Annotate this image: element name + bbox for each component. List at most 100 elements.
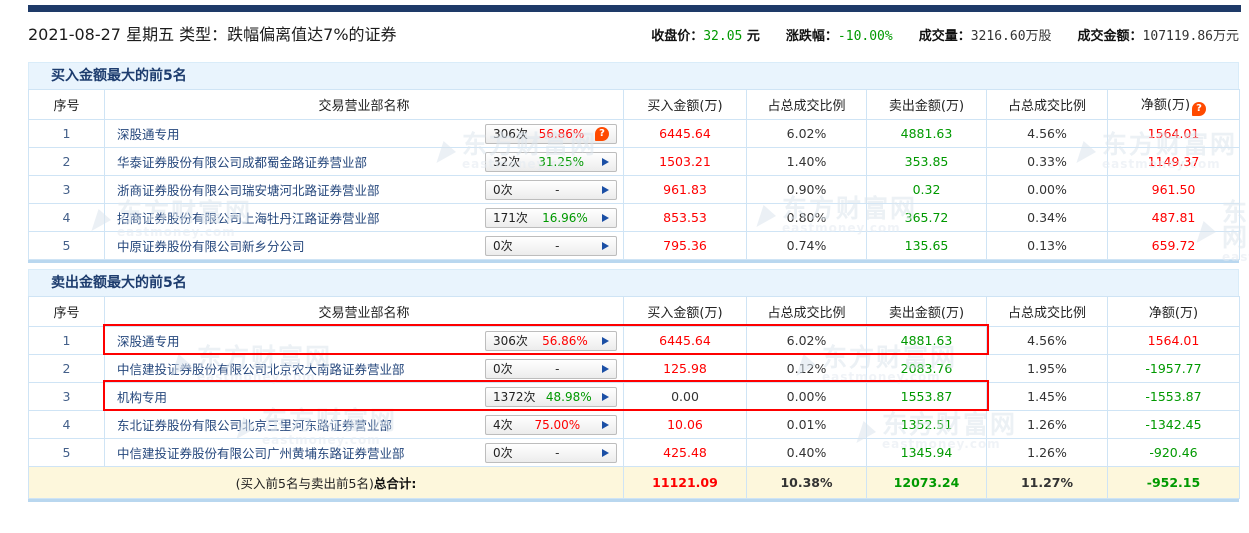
turnover-stat: 成交金额：107119.86万元: [1078, 25, 1239, 44]
buy-ratio: 0.12%: [747, 355, 867, 383]
table-row: 1 深股通专用 306次 56.86% ? 6445.64 6.02% 4881…: [29, 120, 1240, 148]
table-row: 5 中原证券股份有限公司新乡分公司 0次 - ? 795.36 0.74% 13…: [29, 232, 1240, 260]
success-rate: 31.25%: [538, 155, 584, 169]
stock-summary-stats: 收盘价：32.05 元 涨跌幅：-10.00% 成交量：3216.60万股 成交…: [651, 25, 1239, 44]
history-badge[interactable]: 1372次 48.98% ?: [485, 387, 617, 407]
history-badge[interactable]: 306次 56.86% ?: [485, 331, 617, 351]
buy-amount: 425.48: [624, 439, 747, 467]
broker-name-cell: 华泰证券股份有限公司成都蜀金路证券营业部 32次 31.25% ?: [105, 148, 624, 176]
broker-name-cell: 招商证券股份有限公司上海牡丹江路证券营业部 171次 16.96% ?: [105, 204, 624, 232]
sell-top5-section: 卖出金额最大的前5名 序号 交易营业部名称 买入金额(万) 占总成交比例 卖出金…: [28, 269, 1239, 502]
table-row: 4 招商证券股份有限公司上海牡丹江路证券营业部 171次 16.96% ? 85…: [29, 204, 1240, 232]
col-buy-ratio: 占总成交比例: [747, 297, 867, 327]
buy-amount: 0.00: [624, 383, 747, 411]
sell-amount: 1345.94: [867, 439, 987, 467]
buy-ratio: 0.40%: [747, 439, 867, 467]
history-badge[interactable]: 4次 75.00% ?: [485, 415, 617, 435]
col-buy-amount: 买入金额(万): [624, 90, 747, 120]
sell-table: 序号 交易营业部名称 买入金额(万) 占总成交比例 卖出金额(万) 占总成交比例…: [28, 296, 1240, 499]
table-row: 3 机构专用 1372次 48.98% ? 0.00 0.00% 1553.87…: [29, 383, 1240, 411]
net-amount: 1564.01: [1108, 120, 1240, 148]
sell-header-row: 序号 交易营业部名称 买入金额(万) 占总成交比例 卖出金额(万) 占总成交比例…: [29, 297, 1240, 327]
history-badge[interactable]: 171次 16.96% ?: [485, 208, 617, 228]
buy-ratio: 6.02%: [747, 327, 867, 355]
expand-arrow-icon[interactable]: [602, 242, 609, 250]
broker-name-cell: 东北证券股份有限公司北京三里河东路证券营业部 4次 75.00% ?: [105, 411, 624, 439]
col-sell-ratio: 占总成交比例: [987, 90, 1108, 120]
expand-arrow-icon[interactable]: [602, 393, 609, 401]
history-badge[interactable]: 0次 - ?: [485, 180, 617, 200]
sell-amount: 353.85: [867, 148, 987, 176]
stat-label: 成交量：: [919, 29, 971, 44]
expand-arrow-icon[interactable]: [602, 214, 609, 222]
history-badge[interactable]: 306次 56.86% ?: [485, 124, 617, 144]
history-badge[interactable]: 0次 - ?: [485, 443, 617, 463]
lhb-page: 2021-08-27 星期五 类型：跌幅偏离值达7%的证券 收盘价：32.05 …: [0, 0, 1249, 533]
buy-amount: 795.36: [624, 232, 747, 260]
sell-amount: 0.32: [867, 176, 987, 204]
success-rate: -: [555, 239, 559, 253]
buy-table: 序号 交易营业部名称 买入金额(万) 占总成交比例 卖出金额(万) 占总成交比例…: [28, 89, 1240, 260]
broker-name-link[interactable]: 中信建投证券股份有限公司北京农大南路证券营业部: [117, 362, 405, 377]
buy-ratio: 0.74%: [747, 232, 867, 260]
sell-ratio: 4.56%: [987, 120, 1108, 148]
col-buy-ratio: 占总成交比例: [747, 90, 867, 120]
broker-name-link[interactable]: 深股通专用: [117, 334, 180, 349]
broker-name-link[interactable]: 深股通专用: [117, 127, 180, 142]
broker-name-cell: 深股通专用 306次 56.86% ?: [105, 327, 624, 355]
sell-amount: 4881.63: [867, 120, 987, 148]
col-net-amount: 净额(万)?: [1108, 90, 1240, 120]
row-index: 2: [29, 355, 105, 383]
sell-amount: 4881.63: [867, 327, 987, 355]
stat-label: 成交金额：: [1078, 29, 1143, 44]
stat-value: 107119.86万元: [1143, 29, 1239, 44]
buy-ratio: 6.02%: [747, 120, 867, 148]
expand-arrow-icon[interactable]: [602, 421, 609, 429]
net-amount: -1957.77: [1108, 355, 1240, 383]
expand-arrow-icon[interactable]: [602, 365, 609, 373]
broker-name-link[interactable]: 华泰证券股份有限公司成都蜀金路证券营业部: [117, 155, 367, 170]
history-badge[interactable]: 0次 - ?: [485, 236, 617, 256]
sell-amount: 1553.87: [867, 383, 987, 411]
history-badge[interactable]: 0次 - ?: [485, 359, 617, 379]
broker-name-link[interactable]: 中信建投证券股份有限公司广州黄埔东路证券营业部: [117, 446, 405, 461]
net-amount: -920.46: [1108, 439, 1240, 467]
total-sell-ratio: 11.27%: [987, 467, 1108, 499]
total-sell-amount: 12073.24: [867, 467, 987, 499]
volume-stat: 成交量：3216.60万股: [919, 25, 1052, 44]
success-rate: 48.98%: [546, 390, 592, 404]
col-broker-name: 交易营业部名称: [105, 297, 624, 327]
change-pct-stat: 涨跌幅：-10.00%: [786, 25, 893, 44]
broker-name-link[interactable]: 招商证券股份有限公司上海牡丹江路证券营业部: [117, 211, 380, 226]
stat-value: 3216.60万股: [971, 29, 1052, 44]
expand-arrow-icon[interactable]: [602, 158, 609, 166]
expand-arrow-icon[interactable]: [602, 449, 609, 457]
expand-arrow-icon[interactable]: [602, 337, 609, 345]
broker-name-link[interactable]: 机构专用: [117, 390, 167, 405]
history-badge[interactable]: 32次 31.25% ?: [485, 152, 617, 172]
stat-label: 涨跌幅：: [786, 29, 838, 44]
success-rate: 16.96%: [542, 211, 588, 225]
success-rate: 75.00%: [534, 418, 580, 432]
question-icon[interactable]: ?: [595, 127, 609, 141]
total-label-bold: 总合计:: [374, 476, 417, 491]
broker-name-link[interactable]: 浙商证券股份有限公司瑞安塘河北路证券营业部: [117, 183, 380, 198]
buy-amount: 1503.21: [624, 148, 747, 176]
buy-ratio: 0.01%: [747, 411, 867, 439]
sell-ratio: 1.26%: [987, 411, 1108, 439]
buy-ratio: 0.90%: [747, 176, 867, 204]
net-amount: 961.50: [1108, 176, 1240, 204]
expand-arrow-icon[interactable]: [602, 186, 609, 194]
broker-name-link[interactable]: 中原证券股份有限公司新乡分公司: [117, 239, 305, 254]
col-sell-amount: 卖出金额(万): [867, 297, 987, 327]
broker-name-link[interactable]: 东北证券股份有限公司北京三里河东路证券营业部: [117, 418, 392, 433]
success-rate: -: [555, 446, 559, 460]
sell-ratio: 0.34%: [987, 204, 1108, 232]
net-amount: 487.81: [1108, 204, 1240, 232]
net-header-label: 净额(万): [1141, 98, 1190, 113]
col-no: 序号: [29, 90, 105, 120]
broker-name-cell: 中信建投证券股份有限公司北京农大南路证券营业部 0次 - ?: [105, 355, 624, 383]
buy-amount: 125.98: [624, 355, 747, 383]
help-question-icon[interactable]: ?: [1192, 102, 1206, 116]
row-index: 1: [29, 120, 105, 148]
